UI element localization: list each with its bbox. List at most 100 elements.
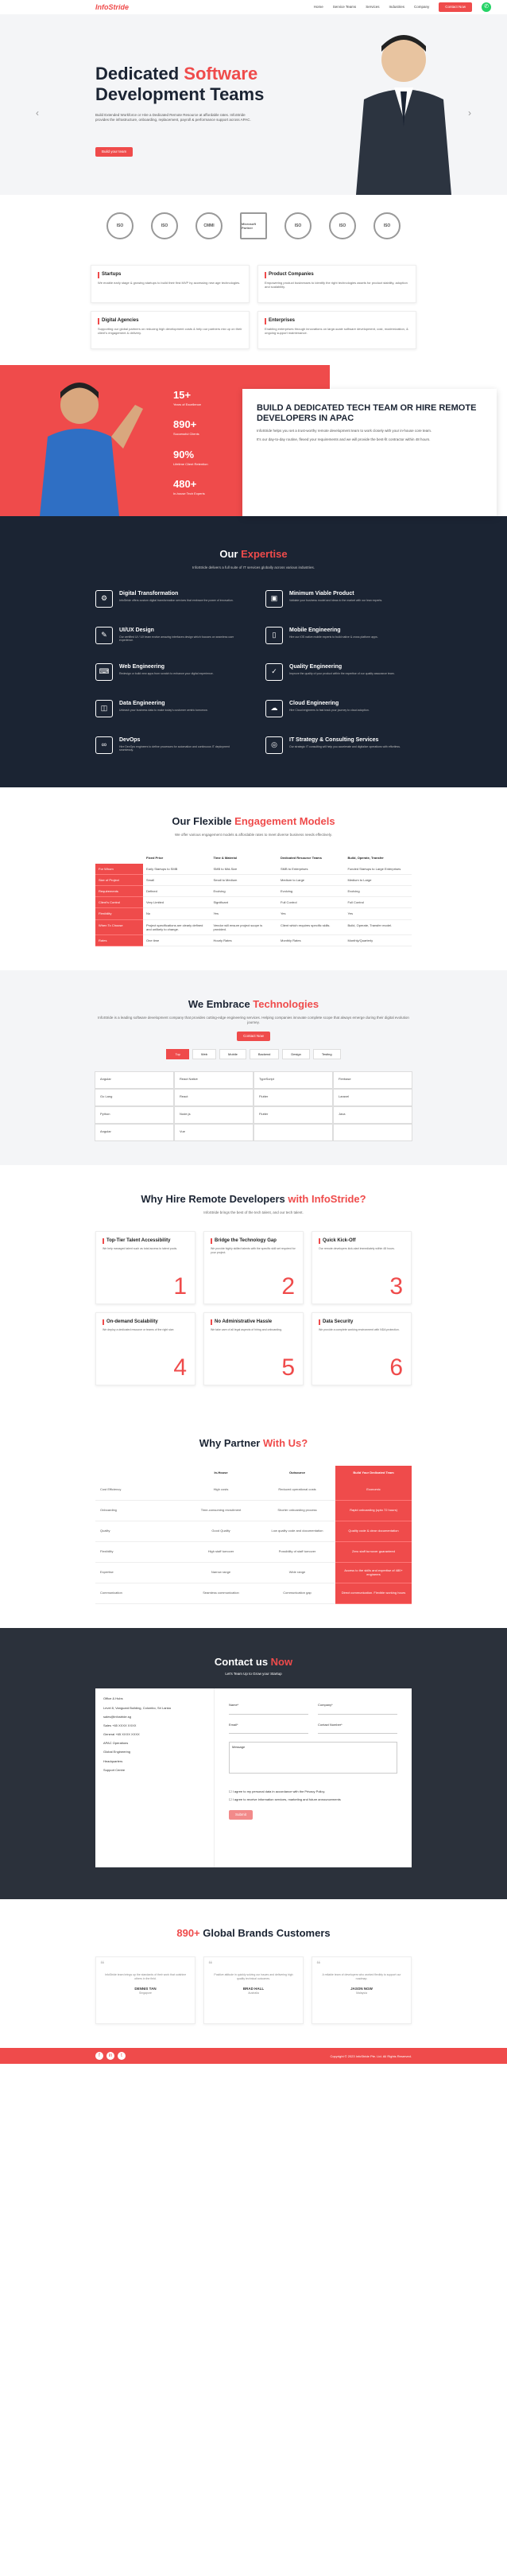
certifications: ISO ISO CMMI Microsoft Partner ISO ISO I… <box>0 195 507 257</box>
testimonial-text: InfoStride team brings up the standards … <box>104 1973 187 1980</box>
partner-cell: Wide range <box>259 1563 335 1583</box>
hero-title: Dedicated Software Development Teams <box>95 64 265 104</box>
nav-home[interactable]: Home <box>314 5 323 10</box>
tab-backend[interactable]: Backend <box>249 1048 280 1059</box>
marketing-checkbox[interactable]: ☐ I agree to receive information service… <box>229 1797 397 1801</box>
expertise-item[interactable]: ☁ Cloud Engineering Hire Cloud engineers t… <box>265 699 412 727</box>
models-cell: Build, Operate, Transfer model. <box>344 920 412 935</box>
hero-text: Build Extended Workforce or Hire a Dedic… <box>95 113 251 122</box>
header: InfoStride Home Service Teams Services I… <box>0 0 507 14</box>
expertise-item[interactable]: ✎ UI/UX Design Our certified UI / UX team … <box>95 626 242 654</box>
hero: ‹ Dedicated Software Development Teams Bu… <box>0 0 507 195</box>
expertise-item[interactable]: ✓ Quality Engineering Improve the quality … <box>265 662 412 690</box>
privacy-checkbox[interactable]: ☐ I agree to my personal data in accorda… <box>229 1789 397 1793</box>
models-cell: Full Control <box>277 897 345 909</box>
why-card: No Administrative Hassle We take care of … <box>203 1311 304 1385</box>
why-card-number: 3 <box>389 1272 403 1300</box>
tab-web[interactable]: Web <box>192 1048 217 1059</box>
nav-company[interactable]: Company <box>414 5 429 10</box>
expertise-item[interactable]: ▯ Mobile Engineering Hire our iOS native m… <box>265 626 412 654</box>
facebook-icon[interactable]: f <box>95 2052 103 2061</box>
models-row-label: Requirements <box>95 886 143 898</box>
why-card-title: On-demand Scalability <box>103 1319 188 1326</box>
tech-cell: Vue <box>174 1123 254 1141</box>
expertise-item[interactable]: ▣ Minimum Viable Product Validate your bus… <box>265 589 412 617</box>
models-row-label: For Whom <box>95 863 143 875</box>
cert-badge: ISO <box>373 212 401 239</box>
models-cell: Yes <box>210 908 277 920</box>
expertise-item[interactable]: ⌨ Web Engineering Redesign or build new ap… <box>95 662 242 690</box>
partner-cell: Direct communication. Flexible working h… <box>335 1583 412 1604</box>
company-field[interactable]: Company* <box>318 1703 397 1715</box>
partner-row-label: Quality <box>95 1521 183 1542</box>
expertise-title: Our Expertise <box>219 548 288 560</box>
nav-industries[interactable]: Industries <box>389 5 404 10</box>
models-cell: Funded Startups to Large Enterprises <box>344 864 412 875</box>
models-cell: Client which requires specific skills. <box>277 920 345 935</box>
partner-cell: Good Quality <box>183 1521 259 1542</box>
expertise-item[interactable]: ◎ IT Strategy & Consulting Services Our st… <box>265 736 412 763</box>
expertise-item[interactable]: ⚙ Digital Transformation InfoStride offers… <box>95 589 242 617</box>
models-cell: Medium to Large <box>277 875 345 887</box>
name-field[interactable]: Name* <box>229 1703 308 1715</box>
technologies-section: We Embrace Technologies InfoStride is a … <box>0 970 507 1165</box>
whatsapp-icon[interactable]: ✆ <box>482 2 491 12</box>
brands-section: 890+ Global Brands Customers ❝ InfoStride… <box>0 1899 507 2048</box>
tech-cell: Node.js <box>174 1105 254 1124</box>
tech-cell: Angular <box>95 1070 174 1089</box>
models-cell: No <box>143 908 211 920</box>
partner-cell: Seamless communication <box>183 1583 259 1604</box>
nav-services[interactable]: Services <box>366 5 379 10</box>
models-cell: Evolving <box>210 886 277 898</box>
tab-top[interactable]: Top <box>166 1048 189 1059</box>
serve-card: Enterprises Enabling enterprises through … <box>257 311 416 349</box>
tech-cell: React Native <box>174 1070 254 1089</box>
contact-info-line: sales@infostride.sg <box>103 1714 131 1719</box>
models-cell: Evolving <box>277 886 345 898</box>
testimonial-card: ❝ A reliable team of developers who worke… <box>312 1956 412 2025</box>
hero-person-image <box>356 35 451 195</box>
why-card-number: 4 <box>173 1354 187 1381</box>
models-head: Fixed Price <box>146 856 164 861</box>
models-head: Build, Operate, Transfer <box>347 856 384 861</box>
cert-badge: ISO <box>151 212 178 239</box>
why-card-title: Top-Tier Talent Accessibility <box>103 1237 188 1245</box>
tab-testing[interactable]: Testing <box>312 1048 341 1059</box>
email-field[interactable]: Email* <box>229 1723 308 1734</box>
data-icon: ◫ <box>95 699 113 717</box>
cloud-icon: ☁ <box>265 699 283 717</box>
next-arrow-icon[interactable]: › <box>468 107 471 120</box>
partner-cell: Time-consuming recruitment <box>183 1501 259 1521</box>
tech-cell: Java <box>333 1105 412 1124</box>
models-row-label: Client's Control <box>95 897 143 909</box>
partner-cell: High staff turnover <box>183 1542 259 1563</box>
target-icon: ◎ <box>265 736 283 754</box>
build-team-button[interactable]: Build your team <box>95 147 134 157</box>
tab-mobile[interactable]: Mobile <box>219 1048 246 1059</box>
partner-cell: Communication gap <box>259 1583 335 1604</box>
why-card-text: We provide highly skilled talents with t… <box>211 1247 296 1254</box>
partner-row-label: Flexibility <box>95 1542 183 1563</box>
microsoft-partner-badge: Microsoft Partner <box>240 212 267 239</box>
expertise-item[interactable]: ◫ Data Engineering Unleash your business d… <box>95 699 242 727</box>
tech-cell <box>254 1123 333 1141</box>
phone-field[interactable]: Contact Number* <box>318 1723 397 1734</box>
expertise-item[interactable]: ∞ DevOps Hire DevOps engineers to define p… <box>95 736 242 763</box>
why-card-title: No Administrative Hassle <box>211 1319 296 1326</box>
twitter-icon[interactable]: t <box>118 2052 126 2061</box>
tech-contact-button[interactable]: Contact Now <box>237 1031 270 1041</box>
nav-service-teams[interactable]: Service Teams <box>333 5 356 10</box>
tab-design[interactable]: Design <box>282 1048 310 1059</box>
logo[interactable]: InfoStride <box>95 3 129 13</box>
prev-arrow-icon[interactable]: ‹ <box>36 107 39 120</box>
contact-now-button[interactable]: Contact Now <box>439 2 472 12</box>
contact-info-line: APAC Operations <box>103 1741 129 1746</box>
contact-info-line: General +65 XXXX XXXX <box>103 1732 140 1737</box>
partner-cell: Economic <box>335 1479 412 1501</box>
partner-cell: Rapid onboarding (upto 72 hours) <box>335 1500 412 1521</box>
models-title: Our Flexible Engagement Models <box>172 814 335 827</box>
cert-badge: ISO <box>106 212 134 239</box>
message-field[interactable]: Message <box>229 1741 397 1774</box>
submit-button[interactable]: Submit <box>229 1810 254 1820</box>
linkedin-icon[interactable]: in <box>106 2052 114 2061</box>
